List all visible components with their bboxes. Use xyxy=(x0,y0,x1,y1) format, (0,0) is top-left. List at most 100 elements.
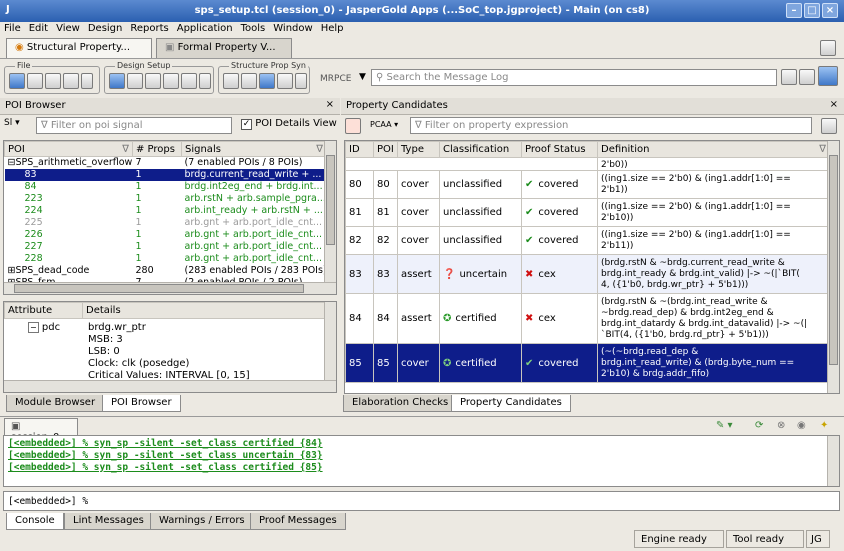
poi-row[interactable]: 227 1 arb.gnt + arb.port_idle_cnt... xyxy=(5,241,327,253)
column-header-id[interactable]: ID xyxy=(345,141,374,158)
minimize-icon[interactable]: – xyxy=(786,3,802,18)
tab-session[interactable]: ▣ session_0 xyxy=(4,418,78,443)
candidate-row[interactable]: 80 80 cover unclassified ✔ covered ((ing1.size… xyxy=(345,170,830,199)
attr-hscrollbar[interactable] xyxy=(4,380,336,392)
stop-icon[interactable]: ⊗ xyxy=(777,420,785,431)
column-header-props[interactable]: # Props xyxy=(132,141,182,157)
tab-poi-browser[interactable]: POI Browser xyxy=(102,395,181,412)
layout-icon[interactable] xyxy=(820,40,836,56)
next-icon[interactable] xyxy=(799,69,815,85)
candidate-row[interactable]: 82 82 cover unclassified ✔ covered ((ing1.size… xyxy=(345,226,830,255)
export-icon[interactable] xyxy=(277,73,293,89)
tab-console[interactable]: Console xyxy=(6,513,64,530)
candidate-row[interactable]: 83 83 assert ❓ uncertain ✖ cex (brdg.rstN & ~br… xyxy=(345,254,830,294)
menu-window[interactable]: Window xyxy=(269,22,316,34)
poi-icon[interactable] xyxy=(241,73,257,89)
poi-row[interactable]: ⊟SPS_arithmetic_overflow 7 (7 enabled POIs… xyxy=(5,157,327,169)
close-icon[interactable]: × xyxy=(326,99,334,110)
maximize-icon[interactable]: □ xyxy=(804,3,820,18)
column-header-classification[interactable]: Classification xyxy=(439,141,522,158)
column-header-type[interactable]: Type xyxy=(397,141,440,158)
poi-details-checkbox[interactable]: ✓ POI Details View xyxy=(241,118,337,130)
menu-view[interactable]: View xyxy=(52,22,84,34)
open-icon[interactable] xyxy=(9,73,25,89)
console-input[interactable]: [<embedded>] % xyxy=(3,491,840,511)
classification-cell[interactable]: unclassified xyxy=(439,198,522,227)
poi-row[interactable]: 226 1 arb.gnt + arb.port_idle_cnt... xyxy=(5,229,327,241)
poi-filter-input[interactable]: ∇ Filter on poi signal xyxy=(36,117,232,134)
tab-formal-property[interactable]: ▣ Formal Property V... xyxy=(156,38,292,58)
save-icon[interactable] xyxy=(27,73,43,89)
prev-icon[interactable] xyxy=(781,69,797,85)
close-icon[interactable]: × xyxy=(822,3,838,18)
tab-module-browser[interactable]: Module Browser xyxy=(6,395,105,412)
property-filter-input[interactable]: ∇ Filter on property expression xyxy=(410,117,812,134)
caa-select[interactable]: PCAA ▾ xyxy=(370,120,398,129)
run-icon[interactable] xyxy=(63,73,79,89)
poi-row[interactable]: 228 1 arb.gnt + arb.port_idle_cnt... xyxy=(5,253,327,265)
pause-icon[interactable]: ◉ xyxy=(797,420,806,431)
classification-cell[interactable]: ✪ certified xyxy=(439,343,522,383)
tab-property-candidates[interactable]: Property Candidates xyxy=(451,395,571,412)
menu-application[interactable]: Application xyxy=(173,22,237,34)
prop-syn-icon[interactable] xyxy=(223,73,239,89)
console-scrollbar[interactable] xyxy=(827,436,839,486)
menu-reports[interactable]: Reports xyxy=(126,22,172,34)
setup-icon[interactable] xyxy=(181,73,197,89)
menu-design[interactable]: Design xyxy=(84,22,127,34)
classification-cell[interactable]: unclassified xyxy=(439,226,522,255)
columns-icon[interactable] xyxy=(821,118,837,134)
classification-cell[interactable]: ✪ certified xyxy=(439,293,522,344)
dropdown-icon[interactable] xyxy=(81,73,93,89)
elaborate-icon[interactable] xyxy=(163,73,179,89)
schematic-icon[interactable] xyxy=(145,73,161,89)
candidate-row[interactable]: 84 84 assert ✪ certified ✖ cex (brdg.rstN & ~(b… xyxy=(345,293,830,344)
tab-warnings-errors[interactable]: Warnings / Errors xyxy=(150,513,254,530)
column-header-signals[interactable]: Signals ∇ xyxy=(181,141,327,157)
clear-filter-icon[interactable] xyxy=(345,118,361,134)
column-header-details[interactable]: Details xyxy=(82,302,327,319)
column-header-attribute[interactable]: Attribute xyxy=(4,302,83,319)
menu-help[interactable]: Help xyxy=(317,22,348,34)
candidate-row[interactable]: 85 85 cover ✪ certified ✔ covered (~(~brdg.read… xyxy=(345,343,830,383)
poi-row[interactable]: 84 1 brdg.int2eg_end + brdg.int... xyxy=(5,181,327,193)
close-icon[interactable]: × xyxy=(830,99,838,110)
classification-cell[interactable]: unclassified xyxy=(439,170,522,199)
console-tools-icon[interactable]: ✎ ▾ xyxy=(716,420,733,431)
candidate-row[interactable]: 81 81 cover unclassified ✔ covered ((ing1.size… xyxy=(345,198,830,227)
script-icon[interactable] xyxy=(45,73,61,89)
dropdown-icon[interactable] xyxy=(199,73,211,89)
menu-edit[interactable]: Edit xyxy=(25,22,52,34)
help-icon[interactable] xyxy=(818,66,838,86)
filter-mode-select[interactable]: Sl ▾ xyxy=(4,118,20,128)
poi-row[interactable]: 224 1 arb.int_ready + arb.rstN + ... xyxy=(5,205,327,217)
message-log-search[interactable]: ⚲ Search the Message Log xyxy=(371,69,777,86)
column-header-definition[interactable]: Definition ∇ xyxy=(597,141,830,158)
poi-scrollbar[interactable] xyxy=(324,141,336,282)
poi-row[interactable]: 223 1 arb.rstN + arb.sample_pgra... xyxy=(5,193,327,205)
poi-row[interactable]: 225 1 arb.gnt + arb.port_idle_cnt... xyxy=(5,217,327,229)
poi-row[interactable]: 83 1 brdg.current_read_write + ... xyxy=(4,168,327,181)
column-header-poi[interactable]: POI xyxy=(373,141,398,158)
menu-file[interactable]: File xyxy=(0,22,25,34)
poi-hscrollbar[interactable] xyxy=(4,282,336,294)
design-icon[interactable] xyxy=(109,73,125,89)
tab-elaboration-checks[interactable]: Elaboration Checks xyxy=(343,395,458,412)
attribute-name[interactable]: − pdc xyxy=(28,322,60,333)
tab-lint-messages[interactable]: Lint Messages xyxy=(64,513,153,530)
column-header-proof-status[interactable]: Proof Status xyxy=(521,141,598,158)
tab-proof-messages[interactable]: Proof Messages xyxy=(250,513,346,530)
dropdown-icon[interactable] xyxy=(295,73,307,89)
poi-row[interactable]: ⊞SPS_dead_code 280 (283 enabled POIs / 283… xyxy=(5,265,327,277)
hierarchy-icon[interactable] xyxy=(127,73,143,89)
menu-tools[interactable]: Tools xyxy=(237,22,270,34)
candidates-scrollbar[interactable] xyxy=(827,141,839,393)
classification-cell[interactable]: ❓ uncertain xyxy=(439,254,522,294)
column-header-poi[interactable]: POI ∇ xyxy=(4,141,133,157)
chevron-down-icon[interactable]: ▼ xyxy=(359,72,366,82)
candidates-icon[interactable] xyxy=(259,73,275,89)
refresh-icon[interactable]: ⟳ xyxy=(755,420,763,431)
tab-structural-property[interactable]: ◉ Structural Property... xyxy=(6,38,152,58)
pin-icon[interactable]: ✦ xyxy=(820,420,828,431)
attr-scrollbar[interactable] xyxy=(324,302,336,380)
